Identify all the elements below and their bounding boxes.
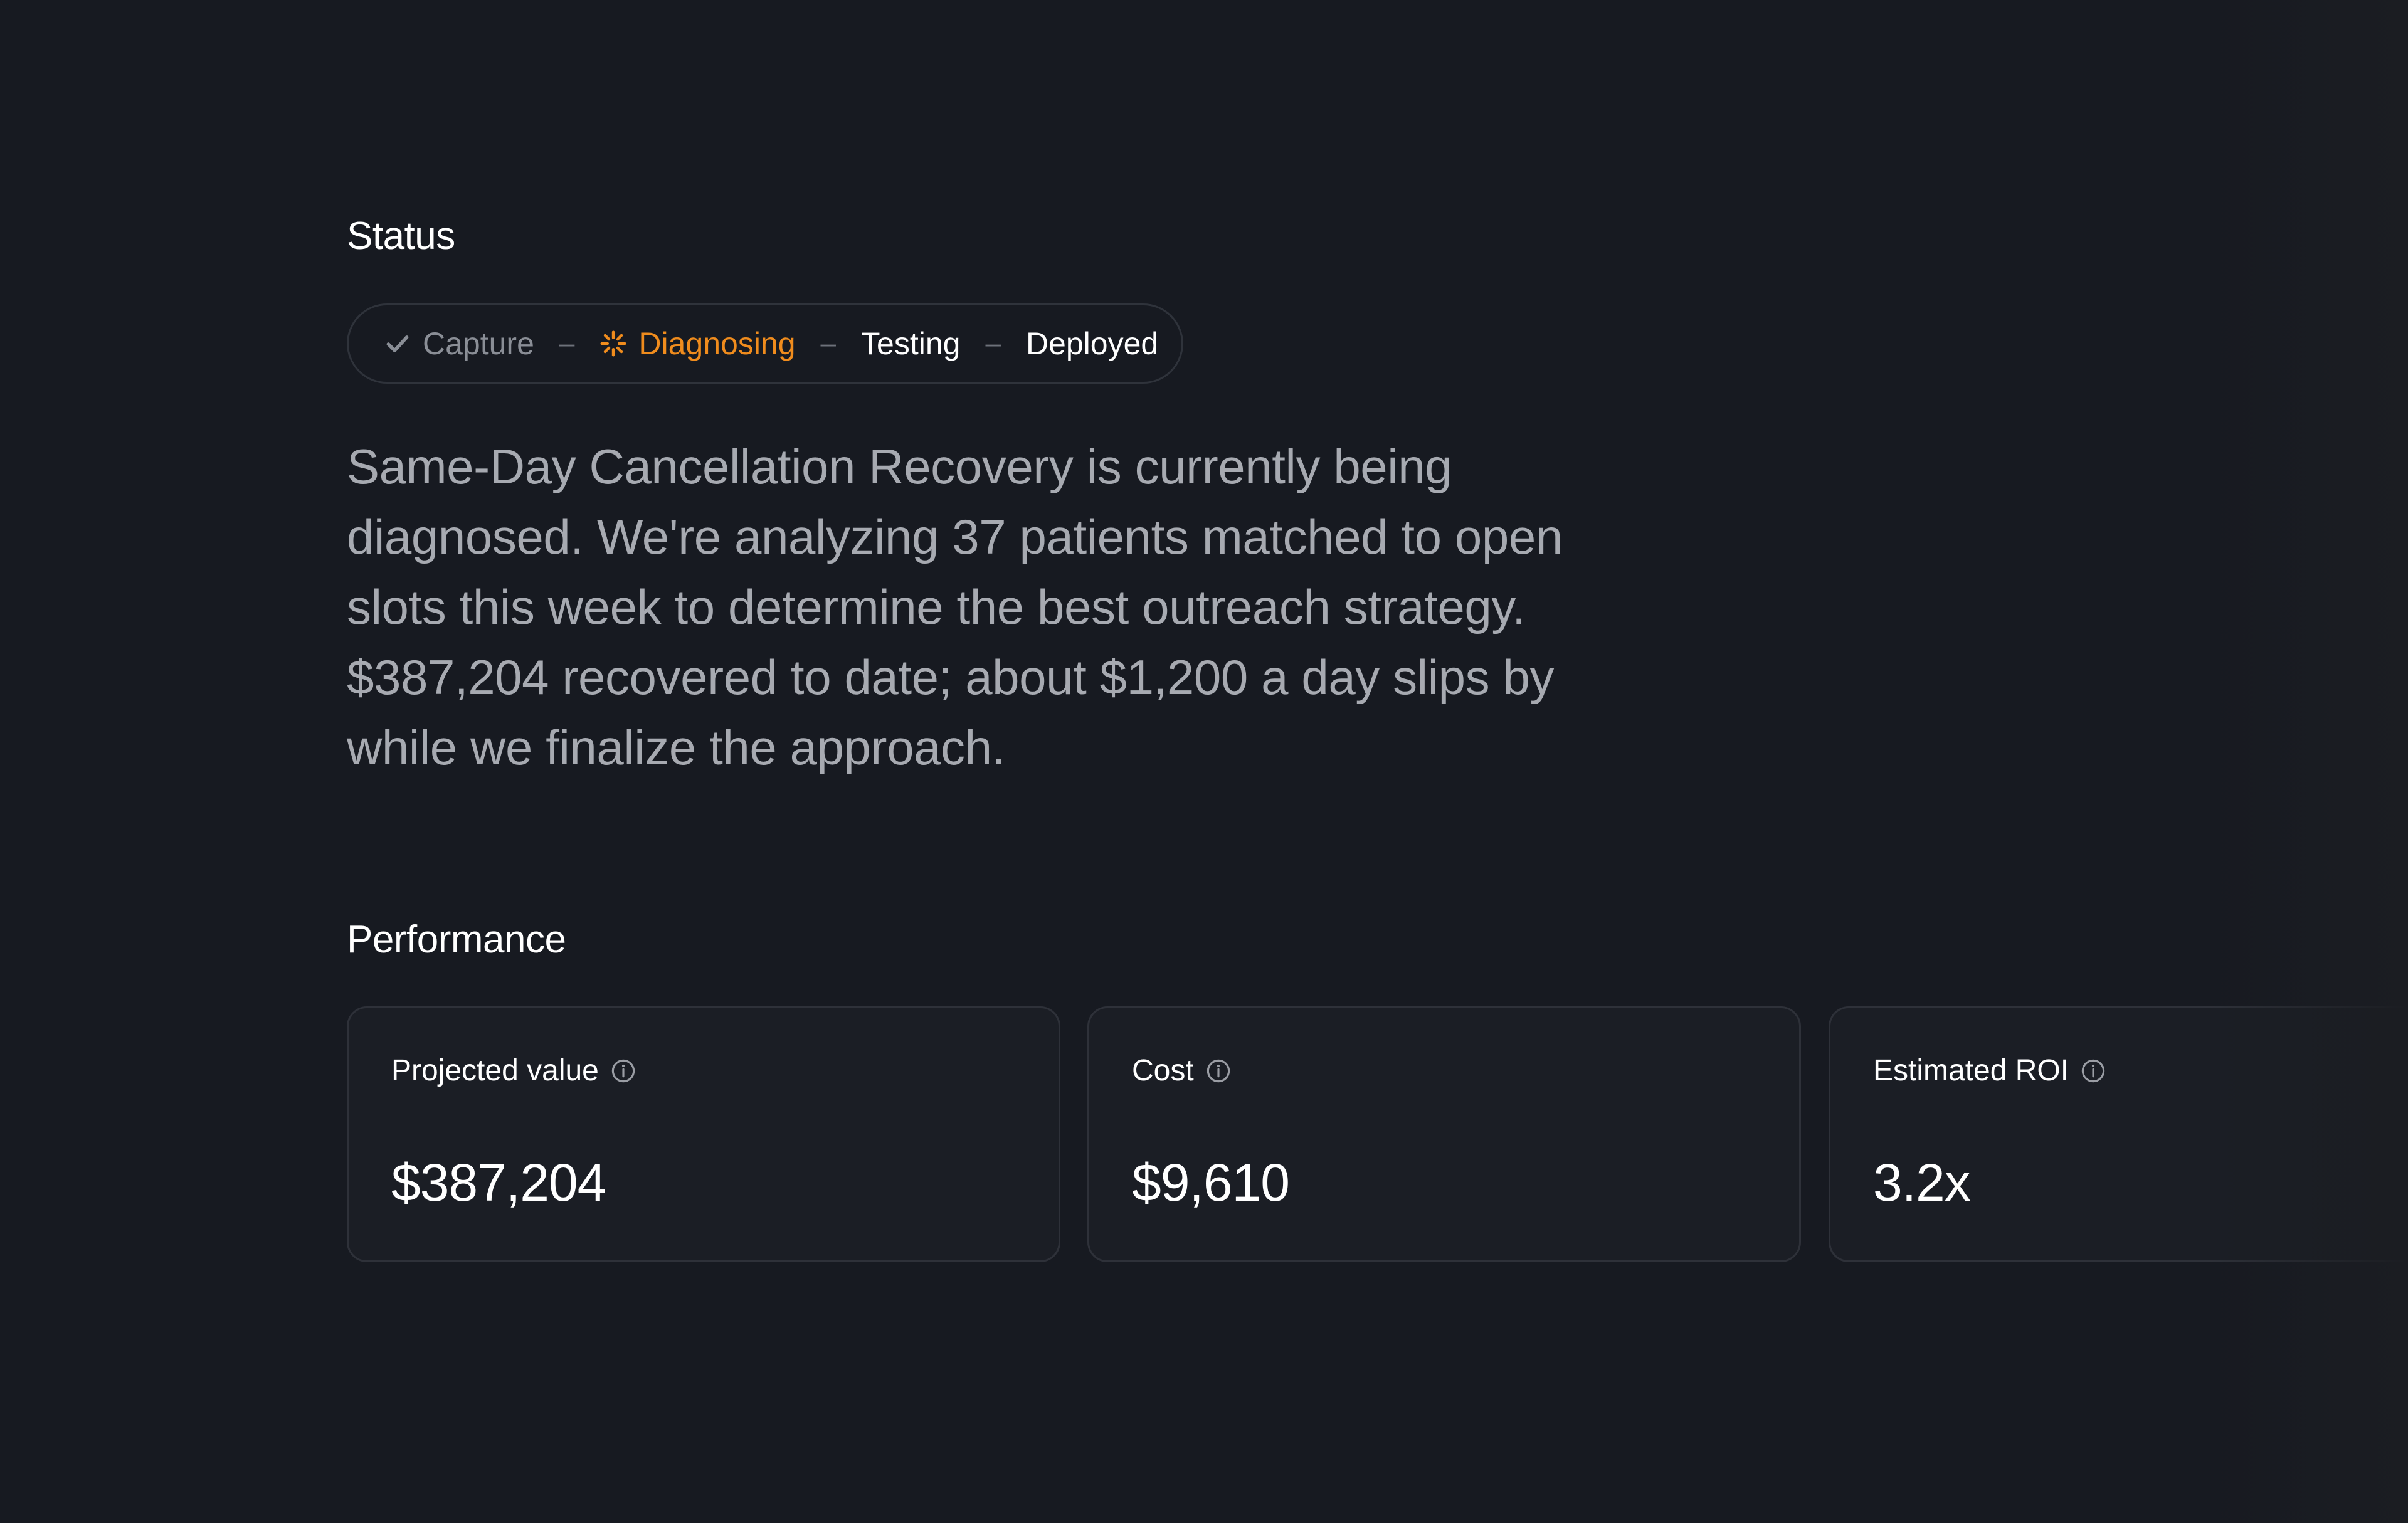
status-stepper: Capture – Diagnosing – Testing – Deploye… (347, 303, 1183, 384)
step-label: Testing (861, 326, 961, 361)
right-edge-fade (2207, 0, 2408, 1523)
status-heading: Status (347, 214, 455, 258)
page: Status Capture – Diagnosing – Testing – … (0, 0, 2408, 1523)
card-label: Estimated ROI (1873, 1056, 2106, 1086)
performance-heading: Performance (347, 918, 566, 961)
estimated-roi-card: Estimated ROI 3.2x (1829, 1006, 2408, 1262)
step-capture[interactable]: Capture (384, 328, 534, 359)
projected-value-card: Projected value $387,204 (347, 1006, 1060, 1262)
card-value: $9,610 (1132, 1153, 1290, 1212)
info-icon[interactable] (2080, 1058, 2106, 1084)
step-deployed[interactable]: Deployed (1026, 328, 1158, 359)
step-label: Deployed (1025, 326, 1159, 361)
step-label: Diagnosing (638, 326, 796, 361)
cost-card: Cost $9,610 (1087, 1006, 1801, 1262)
card-label: Cost (1132, 1056, 1232, 1086)
step-separator: – (820, 328, 837, 359)
step-separator: – (559, 328, 575, 359)
status-description: Same-Day Cancellation Recovery is curren… (347, 439, 1563, 775)
card-value: 3.2x (1873, 1153, 1971, 1212)
check-icon (386, 335, 409, 352)
card-value: $387,204 (391, 1153, 606, 1212)
step-testing[interactable]: Testing (861, 328, 960, 359)
card-label: Projected value (391, 1056, 636, 1086)
step-label: Capture (423, 326, 534, 361)
step-diagnosing[interactable]: Diagnosing (599, 326, 796, 361)
info-icon[interactable] (1205, 1058, 1232, 1084)
info-icon[interactable] (610, 1058, 636, 1084)
card-label-text: Cost (1132, 1054, 1194, 1087)
card-label-text: Estimated ROI (1873, 1054, 2069, 1087)
spinner-icon (600, 330, 626, 357)
card-label-text: Projected value (391, 1054, 599, 1087)
step-separator: – (985, 328, 1001, 359)
